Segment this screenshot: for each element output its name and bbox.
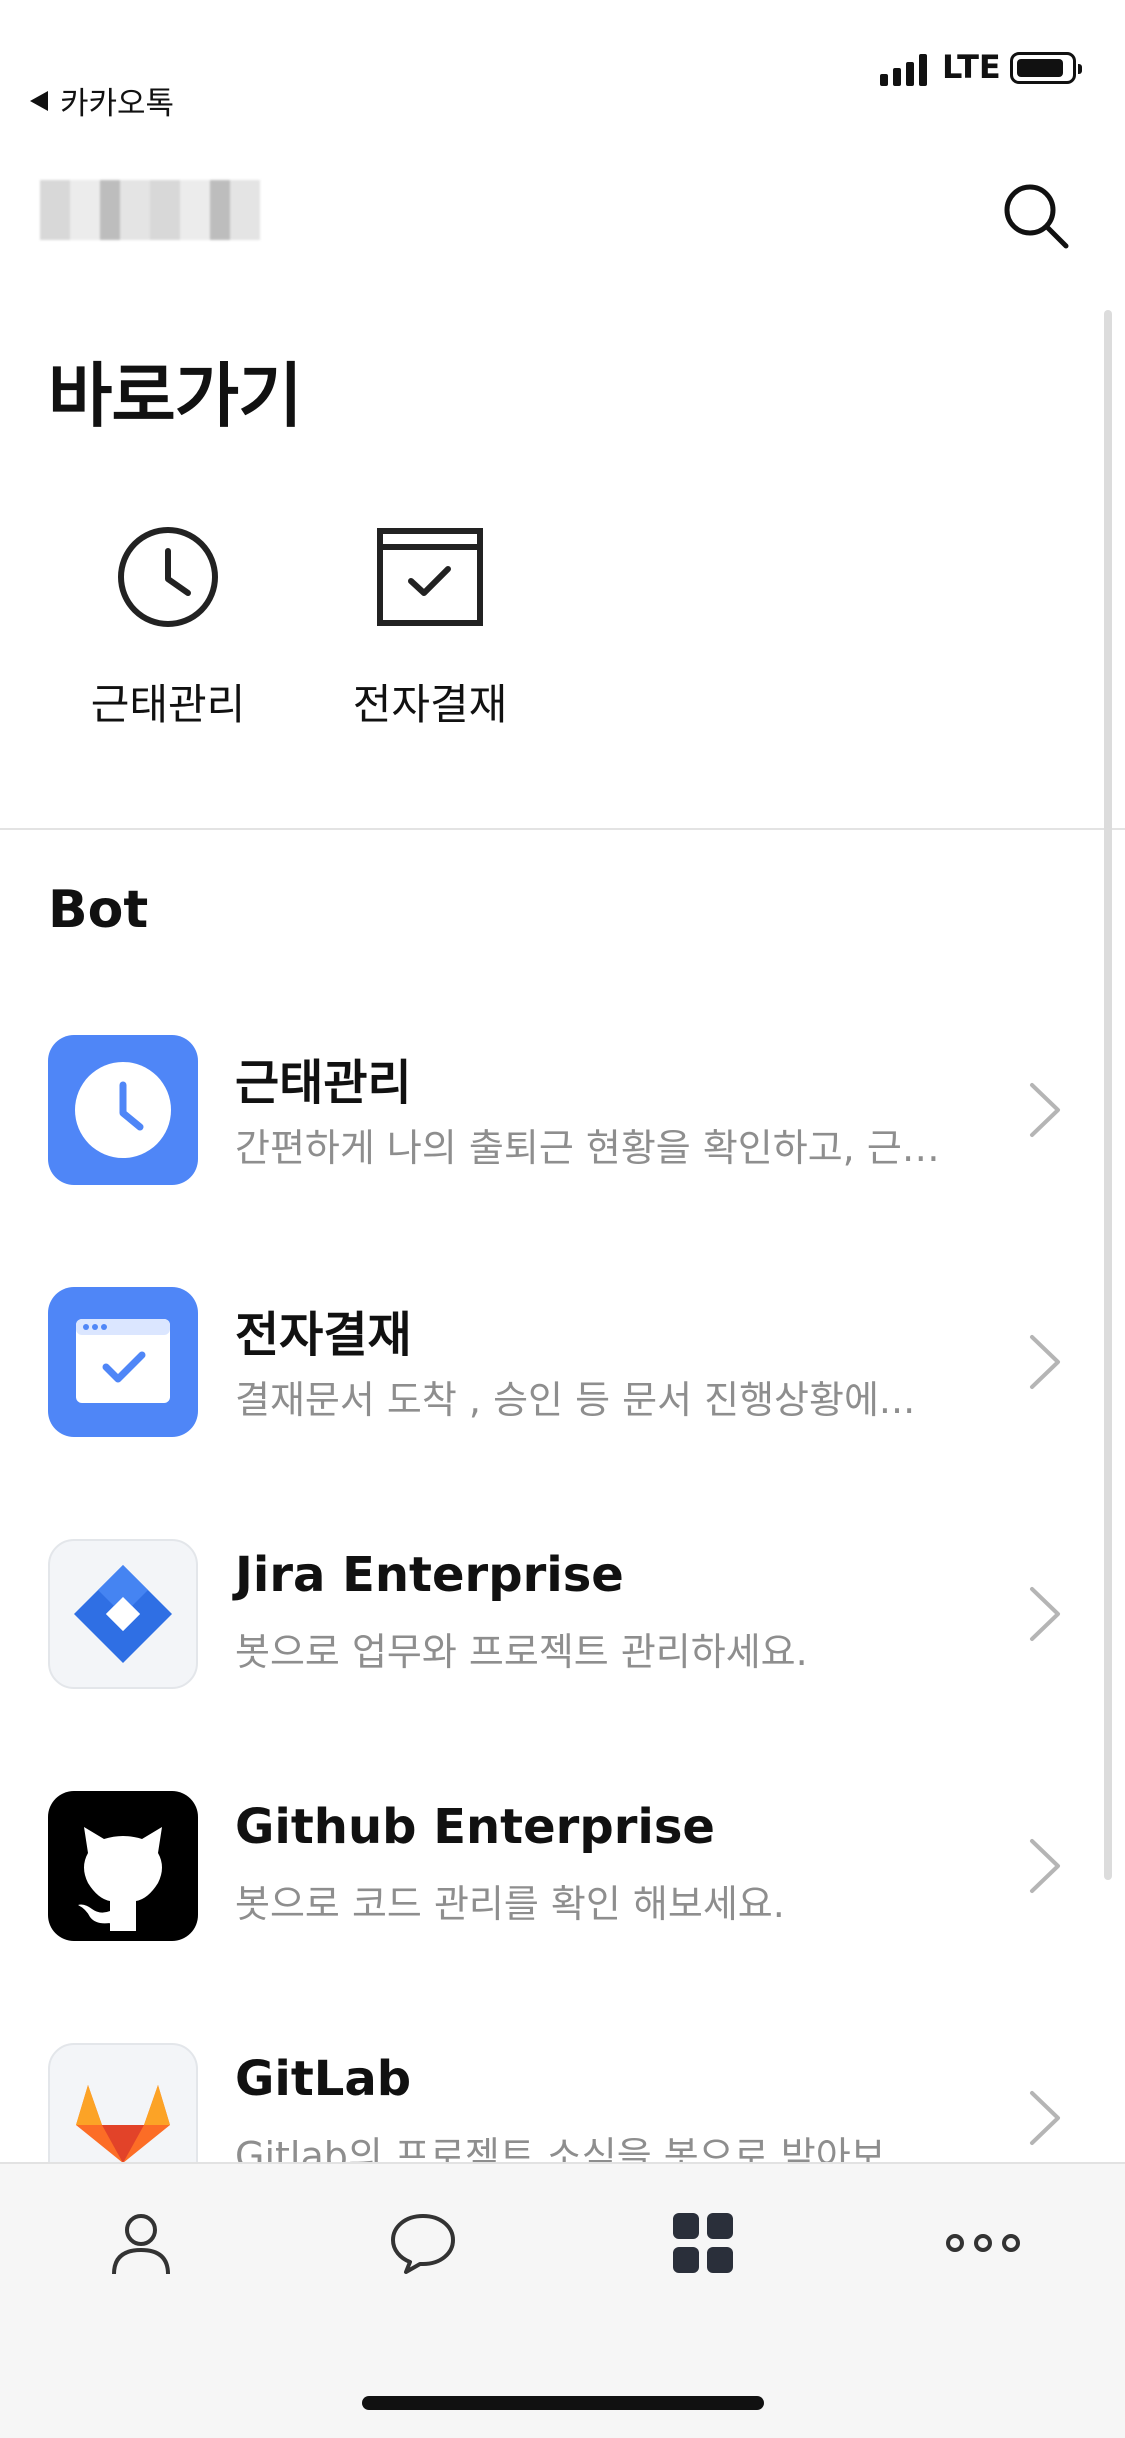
shortcut-approval[interactable]: 전자결재 [330, 525, 530, 732]
clock-bot-icon [48, 1035, 198, 1185]
chevron-right-icon [1030, 1335, 1060, 1389]
back-to-kakaotalk[interactable]: 카카오톡 [30, 78, 174, 123]
search-button[interactable] [1000, 180, 1072, 252]
clock-icon [118, 527, 218, 627]
more-dots-icon [946, 2234, 1020, 2252]
bot-item-github[interactable]: Github Enterprise 봇으로 코드 관리를 확인 해보세요. [0, 1791, 1125, 1991]
search-icon [1004, 184, 1069, 249]
bot-item-attendance[interactable]: 근태관리 간편하게 나의 출퇴근 현황을 확인하고, 근… [0, 1035, 1125, 1235]
bot-section-title: Bot [48, 880, 149, 940]
bot-name: Github Enterprise [235, 1799, 715, 1855]
shortcut-attendance[interactable]: 근태관리 [68, 525, 268, 732]
bot-description: 봇으로 업무와 프로젝트 관리하세요. [235, 1630, 808, 1674]
grid-icon [673, 2213, 733, 2273]
approval-bot-icon [48, 1287, 198, 1437]
bot-description: 간편하게 나의 출퇴근 현황을 확인하고, 근… [235, 1126, 940, 1170]
network-type: LTE [942, 48, 1001, 86]
back-label: 카카오톡 [60, 86, 175, 122]
blurred-workspace-name [40, 180, 260, 240]
tab-more[interactable] [938, 2198, 1028, 2288]
battery-icon [1010, 52, 1082, 84]
person-icon [112, 2214, 170, 2275]
scrollbar[interactable] [1104, 310, 1112, 1880]
approval-calendar-icon [377, 528, 483, 626]
bot-description: 결재문서 도착 , 승인 등 문서 진행상황에... [235, 1378, 916, 1422]
bot-item-jira[interactable]: Jira Enterprise 봇으로 업무와 프로젝트 관리하세요. [0, 1539, 1125, 1739]
bot-item-approval[interactable]: 전자결재 결재문서 도착 , 승인 등 문서 진행상황에... [0, 1287, 1125, 1487]
shortcut-label: 근태관리 [90, 680, 246, 729]
tab-apps[interactable] [658, 2198, 748, 2288]
shortcut-label: 전자결재 [352, 680, 508, 729]
chat-bubble-icon [391, 2214, 455, 2274]
chevron-right-icon [1030, 2091, 1060, 2145]
chevron-right-icon [1030, 1587, 1060, 1641]
chevron-right-icon [1030, 1839, 1060, 1893]
jira-icon [48, 1539, 198, 1689]
tab-profile[interactable] [96, 2198, 186, 2288]
bottom-tab-bar [0, 2162, 1125, 2438]
shortcuts-title: 바로가기 [48, 355, 303, 437]
chevron-right-icon [1030, 1083, 1060, 1137]
back-arrow-icon [30, 90, 48, 111]
bot-name: 전자결재 [235, 1307, 412, 1363]
signal-strength-icon [880, 54, 927, 86]
home-indicator[interactable] [362, 2396, 764, 2410]
bot-name: GitLab [235, 2051, 412, 2107]
tab-chat[interactable] [378, 2198, 468, 2288]
bot-name: Jira Enterprise [235, 1547, 624, 1603]
section-divider [0, 828, 1125, 830]
bot-description: 봇으로 코드 관리를 확인 해보세요. [235, 1882, 785, 1926]
github-icon [48, 1791, 198, 1941]
bot-name: 근태관리 [235, 1055, 412, 1111]
